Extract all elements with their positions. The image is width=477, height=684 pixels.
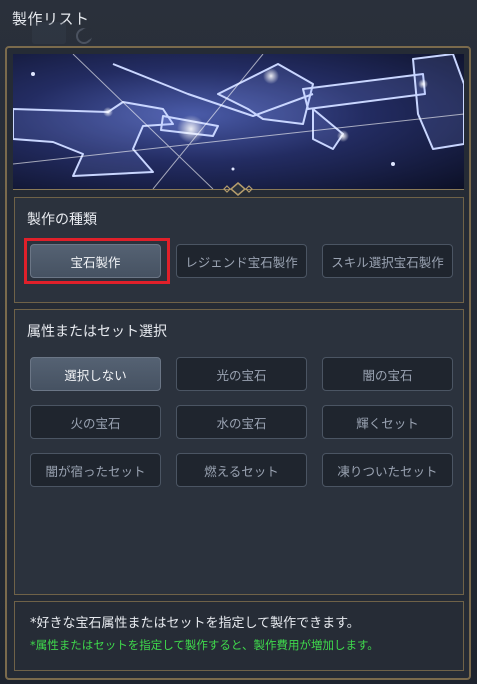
diamond-ornament-icon bbox=[223, 182, 253, 196]
title-bar: 製作リスト bbox=[0, 0, 477, 44]
attribute-dark-gem-button[interactable]: 闇の宝石 bbox=[322, 357, 453, 391]
craft-type-skill-select-gem-button[interactable]: スキル選択宝石製作 bbox=[322, 244, 453, 278]
attribute-fire-gem-button[interactable]: 火の宝石 bbox=[30, 405, 161, 439]
banner-constellation-image bbox=[13, 54, 464, 190]
attribute-heading: 属性またはセット選択 bbox=[27, 324, 167, 340]
craft-type-legend-gem-button[interactable]: レジェンド宝石製作 bbox=[176, 244, 307, 278]
attribute-water-gem-button[interactable]: 水の宝石 bbox=[176, 405, 307, 439]
attribute-light-gem-button[interactable]: 光の宝石 bbox=[176, 357, 307, 391]
crafting-window: 製作リスト 製作の種類 宝石製作 レジェンド宝石製作 スキル選択宝石製作 属性ま… bbox=[0, 0, 477, 684]
info-note: *好きな宝石属性またはセットを指定して製作できます。 bbox=[30, 616, 360, 631]
craft-type-section: 製作の種類 宝石製作 レジェンド宝石製作 スキル選択宝石製作 bbox=[14, 197, 464, 303]
set-darkness-dwelling-button[interactable]: 闇が宿ったセット bbox=[30, 453, 161, 487]
craft-type-heading: 製作の種類 bbox=[27, 212, 97, 228]
moon-emblem-icon bbox=[32, 22, 93, 44]
crafting-panel: 製作の種類 宝石製作 レジェンド宝石製作 スキル選択宝石製作 属性またはセット選… bbox=[5, 46, 471, 680]
attribute-none-button[interactable]: 選択しない bbox=[30, 357, 161, 391]
set-shining-button[interactable]: 輝くセット bbox=[322, 405, 453, 439]
set-burning-button[interactable]: 燃えるセット bbox=[176, 453, 307, 487]
attribute-section: 属性またはセット選択 選択しない 光の宝石 闇の宝石 火の宝石 水の宝石 輝くセ… bbox=[14, 309, 464, 595]
set-frozen-button[interactable]: 凍りついたセット bbox=[322, 453, 453, 487]
notes-section: *好きな宝石属性またはセットを指定して製作できます。 *属性またはセットを指定し… bbox=[14, 601, 464, 671]
cost-warning-note: *属性またはセットを指定して製作すると、製作費用が増加します。 bbox=[30, 638, 379, 652]
craft-type-gem-button[interactable]: 宝石製作 bbox=[30, 244, 161, 278]
